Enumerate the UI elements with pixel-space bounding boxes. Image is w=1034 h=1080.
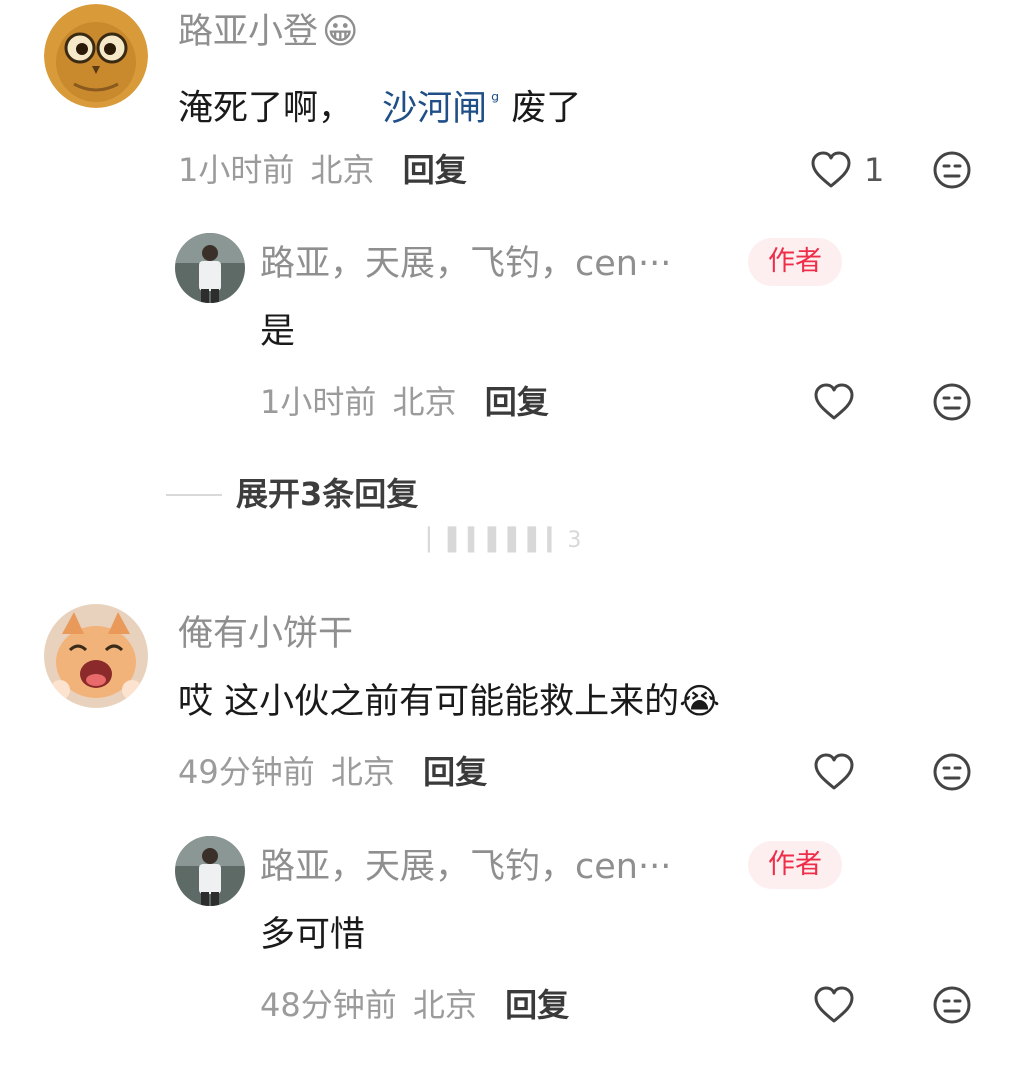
comment-location: 北京 xyxy=(310,151,375,189)
reply-author[interactable]: 路亚，天展，飞钓，cen··· xyxy=(260,242,671,286)
comment-text-part: 哎 这小伙之前有可能能救上来的 xyxy=(178,682,680,722)
heart-outline-icon xyxy=(811,151,851,188)
avatar-cat[interactable] xyxy=(44,604,148,708)
avatar-owl[interactable] xyxy=(44,4,148,108)
like-button[interactable] xyxy=(810,150,852,190)
faint-watermark: ▏▌▍▌▌▌▎3 xyxy=(428,528,585,553)
reply-meta: 1小时前 北京 回复 xyxy=(260,382,549,422)
comment-time: 49分钟前 xyxy=(178,753,315,791)
like-button[interactable] xyxy=(813,382,855,422)
author-badge: 作者 xyxy=(748,238,842,286)
reply-location: 北京 xyxy=(412,986,477,1024)
comment-meta: 1小时前 北京 回复 xyxy=(178,150,467,190)
comment-text-part: 淹死了啊， xyxy=(178,88,354,129)
reply-button[interactable]: 回复 xyxy=(423,753,487,791)
reply-meta: 48分钟前 北京 回复 xyxy=(260,985,569,1025)
reply-button[interactable]: 回复 xyxy=(505,986,569,1024)
like-button[interactable] xyxy=(813,985,855,1025)
dislike-button[interactable] xyxy=(932,752,972,792)
neutral-face-icon xyxy=(933,151,971,189)
reply-time: 48分钟前 xyxy=(260,986,397,1024)
dislike-button[interactable] xyxy=(932,985,972,1025)
neutral-face-icon xyxy=(933,986,971,1024)
comment-author[interactable]: 路亚小登 😀 xyxy=(178,10,359,54)
author-name: 路亚小登 xyxy=(178,12,319,52)
search-link[interactable]: 沙河闸 xyxy=(382,89,487,129)
expand-divider xyxy=(166,494,222,496)
heart-outline-icon xyxy=(814,383,854,420)
comment-text: 哎 这小伙之前有可能能救上来的😭 xyxy=(178,680,720,724)
neutral-face-icon xyxy=(933,383,971,421)
neutral-face-icon xyxy=(933,753,971,791)
reply-button[interactable]: 回复 xyxy=(485,383,549,421)
like-count: 1 xyxy=(864,151,885,189)
reply-button[interactable]: 回复 xyxy=(403,151,467,189)
heart-outline-icon xyxy=(814,986,854,1023)
cat-avatar-icon xyxy=(44,604,148,708)
reply-time: 1小时前 xyxy=(260,383,377,421)
grin-emoji-icon: 😀 xyxy=(322,12,359,52)
author-badge: 作者 xyxy=(748,841,842,889)
comment-text-part: 废了 xyxy=(511,88,582,129)
reply-avatar[interactable] xyxy=(175,836,245,906)
person-avatar-icon xyxy=(175,836,245,906)
dislike-button[interactable] xyxy=(932,382,972,422)
crying-emoji-icon: 😭 xyxy=(679,682,721,722)
comment-time: 1小时前 xyxy=(178,151,295,189)
like-button[interactable] xyxy=(813,752,855,792)
heart-outline-icon xyxy=(814,753,854,790)
comment-meta: 49分钟前 北京 回复 xyxy=(178,752,487,792)
comment-author[interactable]: 俺有小饼干 xyxy=(178,612,353,656)
reply-location: 北京 xyxy=(392,383,457,421)
owl-avatar-icon xyxy=(44,4,148,108)
comment-text: 淹死了啊， 沙河闸 ᵍ 废了 xyxy=(178,78,581,131)
dislike-button[interactable] xyxy=(932,150,972,190)
reply-avatar[interactable] xyxy=(175,233,245,303)
expand-replies-button[interactable]: 展开3条回复 xyxy=(236,474,418,514)
reply-author[interactable]: 路亚，天展，飞钓，cen··· xyxy=(260,845,671,889)
comment-location: 北京 xyxy=(330,753,395,791)
search-link-icon[interactable]: ᵍ xyxy=(491,88,499,112)
reply-text: 是 xyxy=(260,312,296,352)
person-avatar-icon xyxy=(175,233,245,303)
reply-text: 多可惜 xyxy=(260,915,366,955)
